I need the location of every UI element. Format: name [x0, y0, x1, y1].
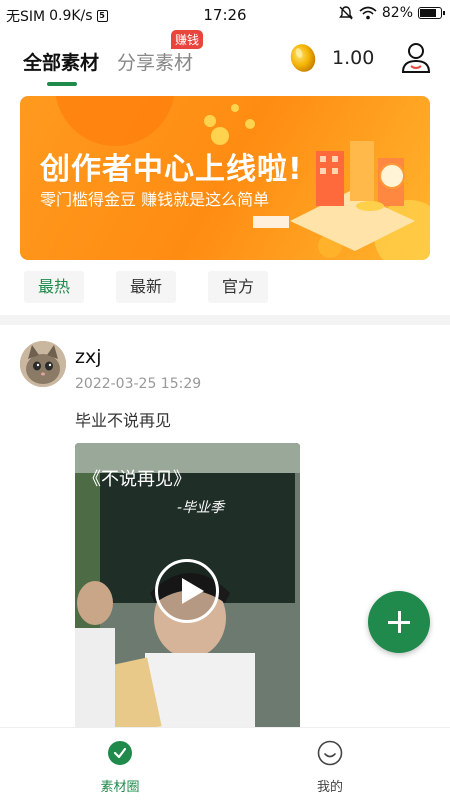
video-thumbnail[interactable]: 《不说再见》 -毕业季	[75, 443, 300, 733]
banner-subtitle: 零门槛得金豆 赚钱就是这么简单	[40, 190, 270, 209]
top-bar: 全部素材 分享素材 赚钱 1.00	[0, 30, 450, 90]
active-tab-indicator	[47, 82, 77, 86]
nav-material-circle[interactable]: 素材圈	[70, 740, 170, 795]
nav-mine[interactable]: 我的	[280, 740, 380, 795]
check-circle-icon	[108, 741, 132, 765]
battery-percent: 82%	[381, 5, 413, 21]
tab-share-materials[interactable]: 分享素材	[117, 48, 193, 75]
coin-balance[interactable]: 1.00	[332, 47, 374, 69]
cat-avatar-image	[20, 341, 66, 387]
banner-title: 创作者中心上线啦!	[40, 152, 303, 187]
filter-newest[interactable]: 最新	[116, 271, 177, 303]
bottom-nav: 素材圈 我的	[0, 727, 450, 800]
status-right: 82%	[338, 5, 445, 21]
play-icon[interactable]	[155, 559, 219, 623]
nav-mine-label: 我的	[316, 780, 343, 795]
mute-alarm-icon	[338, 6, 353, 20]
filter-official[interactable]: 官方	[208, 271, 269, 303]
battery-icon	[418, 7, 445, 19]
post-text: 毕业不说再见	[75, 411, 172, 430]
add-post-button[interactable]	[368, 591, 430, 653]
status-bar: 无SIM 0.9K/s 5 17:26 82%	[0, 0, 450, 30]
smile-icon	[317, 740, 343, 766]
video-title: 《不说再见》	[83, 469, 191, 490]
section-divider	[0, 315, 450, 325]
nav-material-label: 素材圈	[100, 780, 140, 795]
post-username[interactable]: zxj	[75, 346, 102, 368]
creator-center-banner[interactable]: 创作者中心上线啦! 零门槛得金豆 赚钱就是这么简单	[20, 96, 430, 260]
wifi-icon	[359, 6, 377, 20]
earn-badge: 赚钱	[171, 30, 204, 49]
post-timestamp: 2022-03-25 15:29	[75, 376, 202, 392]
user-profile-icon[interactable]	[400, 40, 432, 76]
battery-fill	[420, 9, 436, 17]
filter-hottest[interactable]: 最热	[24, 271, 85, 303]
video-subtitle: -毕业季	[177, 500, 225, 516]
gold-bean-icon[interactable]	[289, 43, 317, 73]
filter-chips: 最热 最新 官方	[24, 271, 269, 303]
avatar[interactable]	[20, 341, 66, 387]
tab-all-materials[interactable]: 全部素材	[23, 48, 99, 75]
